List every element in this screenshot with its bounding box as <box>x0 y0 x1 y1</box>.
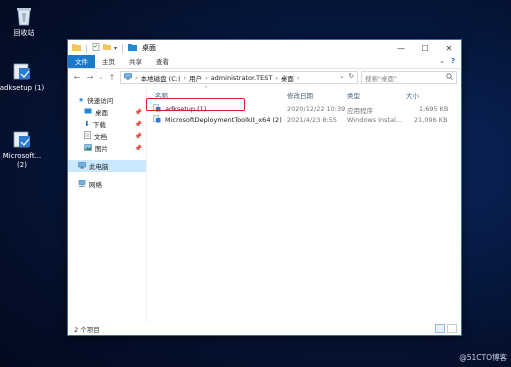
table-row[interactable]: MicrosoftDeploymentToolkit_x64 (2) 2021/… <box>147 114 461 125</box>
nav-item-network[interactable]: 网络 <box>68 178 146 190</box>
up-button[interactable]: ↑ <box>107 73 117 82</box>
desktop-icon-label: 回收站 <box>13 29 35 37</box>
file-name: MicrosoftDeploymentToolkit_x64 (2) <box>165 116 282 124</box>
nav-item-downloads[interactable]: ⬇ 下载 📌 <box>68 118 146 130</box>
file-list: ^ 名称 修改日期 类型 大小 adksetup (1) 2020/12/22 … <box>147 86 461 323</box>
dropdown-icon[interactable]: ▾ <box>114 45 117 52</box>
folder-icon <box>72 43 81 53</box>
nav-item-label: 图片 <box>95 145 108 153</box>
column-header-modified[interactable]: 修改日期 <box>287 90 313 100</box>
help-icon[interactable]: ? <box>451 57 455 65</box>
search-icon <box>446 73 453 82</box>
desktop-icon-mdt[interactable]: Microsoft... (2) <box>0 110 46 179</box>
breadcrumb-item[interactable]: administrator.TEST <box>211 74 273 82</box>
nav-item-desktop[interactable]: 桌面 📌 <box>68 106 146 118</box>
tab-home[interactable]: 主页 <box>95 55 122 68</box>
nav-item-this-pc[interactable]: 此电脑 <box>68 160 146 172</box>
computer-icon <box>78 161 86 171</box>
pin-icon: 📌 <box>134 120 142 128</box>
star-icon: ★ <box>78 96 85 104</box>
breadcrumb-item[interactable]: 桌面 <box>281 73 294 83</box>
maximize-button[interactable]: ☐ <box>413 40 437 56</box>
installer-icon <box>11 119 33 148</box>
sort-arrow-icon: ^ <box>204 86 209 92</box>
computer-icon <box>124 73 132 82</box>
address-row: ← → ⌄ ↑ › 本地磁盘 (C:) › 用户 › administrator… <box>68 69 461 86</box>
desktop-icon <box>84 108 92 117</box>
new-folder-icon[interactable] <box>103 43 111 53</box>
file-size: 21,096 KB <box>414 116 448 124</box>
address-dropdown-icon[interactable]: ⌄ <box>339 72 344 80</box>
desktop-icon-recycle-bin[interactable]: 回收站 <box>0 5 48 38</box>
nav-item-label: 快速访问 <box>87 97 114 105</box>
search-input[interactable]: 搜索"桌面" <box>361 71 457 84</box>
breadcrumb-item[interactable]: 本地磁盘 (C:) <box>141 73 181 83</box>
recent-locations-button[interactable]: ⌄ <box>98 74 104 81</box>
pin-icon: 📌 <box>134 132 142 140</box>
nav-item-label: 下载 <box>92 121 106 129</box>
nav-item-documents[interactable]: 文档 📌 <box>68 130 146 142</box>
file-explorer-window: ▾ 桌面 — ☐ ✕ 文件 主页 共享 查看 ⌄ ? ← → ⌄ ↑ › 本地磁… <box>67 39 462 336</box>
folder-icon <box>128 43 138 53</box>
window-title: 桌面 <box>142 44 157 52</box>
nav-item-label: 网络 <box>89 181 102 189</box>
forward-button[interactable]: → <box>85 73 95 82</box>
nav-item-label: 桌面 <box>95 109 108 117</box>
picture-icon <box>84 143 92 153</box>
installer-icon <box>153 115 161 125</box>
watermark: @51CTO博客 <box>459 353 507 362</box>
title-bar: ▾ 桌面 — ☐ ✕ <box>68 40 461 56</box>
nav-item-pictures[interactable]: 图片 📌 <box>68 142 146 154</box>
installer-icon <box>11 60 33 82</box>
nav-item-label: 文档 <box>94 133 107 141</box>
desktop-icon-label: adksetup (1) <box>0 84 45 92</box>
highlight-box <box>146 98 245 111</box>
desktop-icon-label: Microsoft... (2) <box>2 152 42 169</box>
file-modified: 2020/12/22 10:39 <box>287 105 346 113</box>
details-view-button[interactable] <box>435 324 445 333</box>
nav-item-label: 此电脑 <box>89 163 109 171</box>
explorer-body: ★ 快速访问 桌面 📌 ⬇ 下载 📌 文档 📌 图片 📌 此电脑 网络 ^ 名称… <box>68 86 461 323</box>
search-placeholder: 搜索"桌面" <box>365 74 397 83</box>
desktop-icon-adksetup[interactable]: adksetup (1) <box>0 60 46 93</box>
refresh-icon[interactable]: ↻ <box>349 72 354 80</box>
file-modified: 2021/4/23 8:55 <box>287 116 337 124</box>
tab-share[interactable]: 共享 <box>122 55 149 68</box>
tab-view[interactable]: 查看 <box>149 55 176 68</box>
network-icon <box>78 179 86 189</box>
ribbon-tabs: 文件 主页 共享 查看 ⌄ ? <box>68 55 461 69</box>
address-bar[interactable]: › 本地磁盘 (C:) › 用户 › administrator.TEST › … <box>120 71 358 84</box>
breadcrumb-item[interactable]: 用户 <box>189 73 202 83</box>
tab-file[interactable]: 文件 <box>68 55 95 68</box>
minimize-button[interactable]: — <box>389 40 413 56</box>
status-bar: 2 个项目 <box>68 323 461 335</box>
pin-icon: 📌 <box>134 108 142 116</box>
navigation-pane: ★ 快速访问 桌面 📌 ⬇ 下载 📌 文档 📌 图片 📌 此电脑 网络 <box>68 86 147 323</box>
back-button[interactable]: ← <box>72 73 82 82</box>
item-count: 2 个项目 <box>74 326 100 334</box>
expand-ribbon-icon[interactable]: ⌄ <box>439 57 445 65</box>
document-icon <box>84 131 91 141</box>
recycle-bin-icon <box>13 5 35 27</box>
download-icon: ⬇ <box>84 120 90 128</box>
file-size: 1,695 KB <box>419 105 449 113</box>
pin-icon: 📌 <box>134 144 142 152</box>
large-icons-view-button[interactable] <box>447 324 457 333</box>
nav-item-quick-access[interactable]: ★ 快速访问 <box>68 94 146 106</box>
column-header-type[interactable]: 类型 <box>347 90 360 100</box>
file-type: Windows Instal... <box>347 116 403 124</box>
column-header-size[interactable]: 大小 <box>406 90 419 100</box>
properties-icon[interactable] <box>92 43 100 53</box>
close-button[interactable]: ✕ <box>437 40 461 56</box>
